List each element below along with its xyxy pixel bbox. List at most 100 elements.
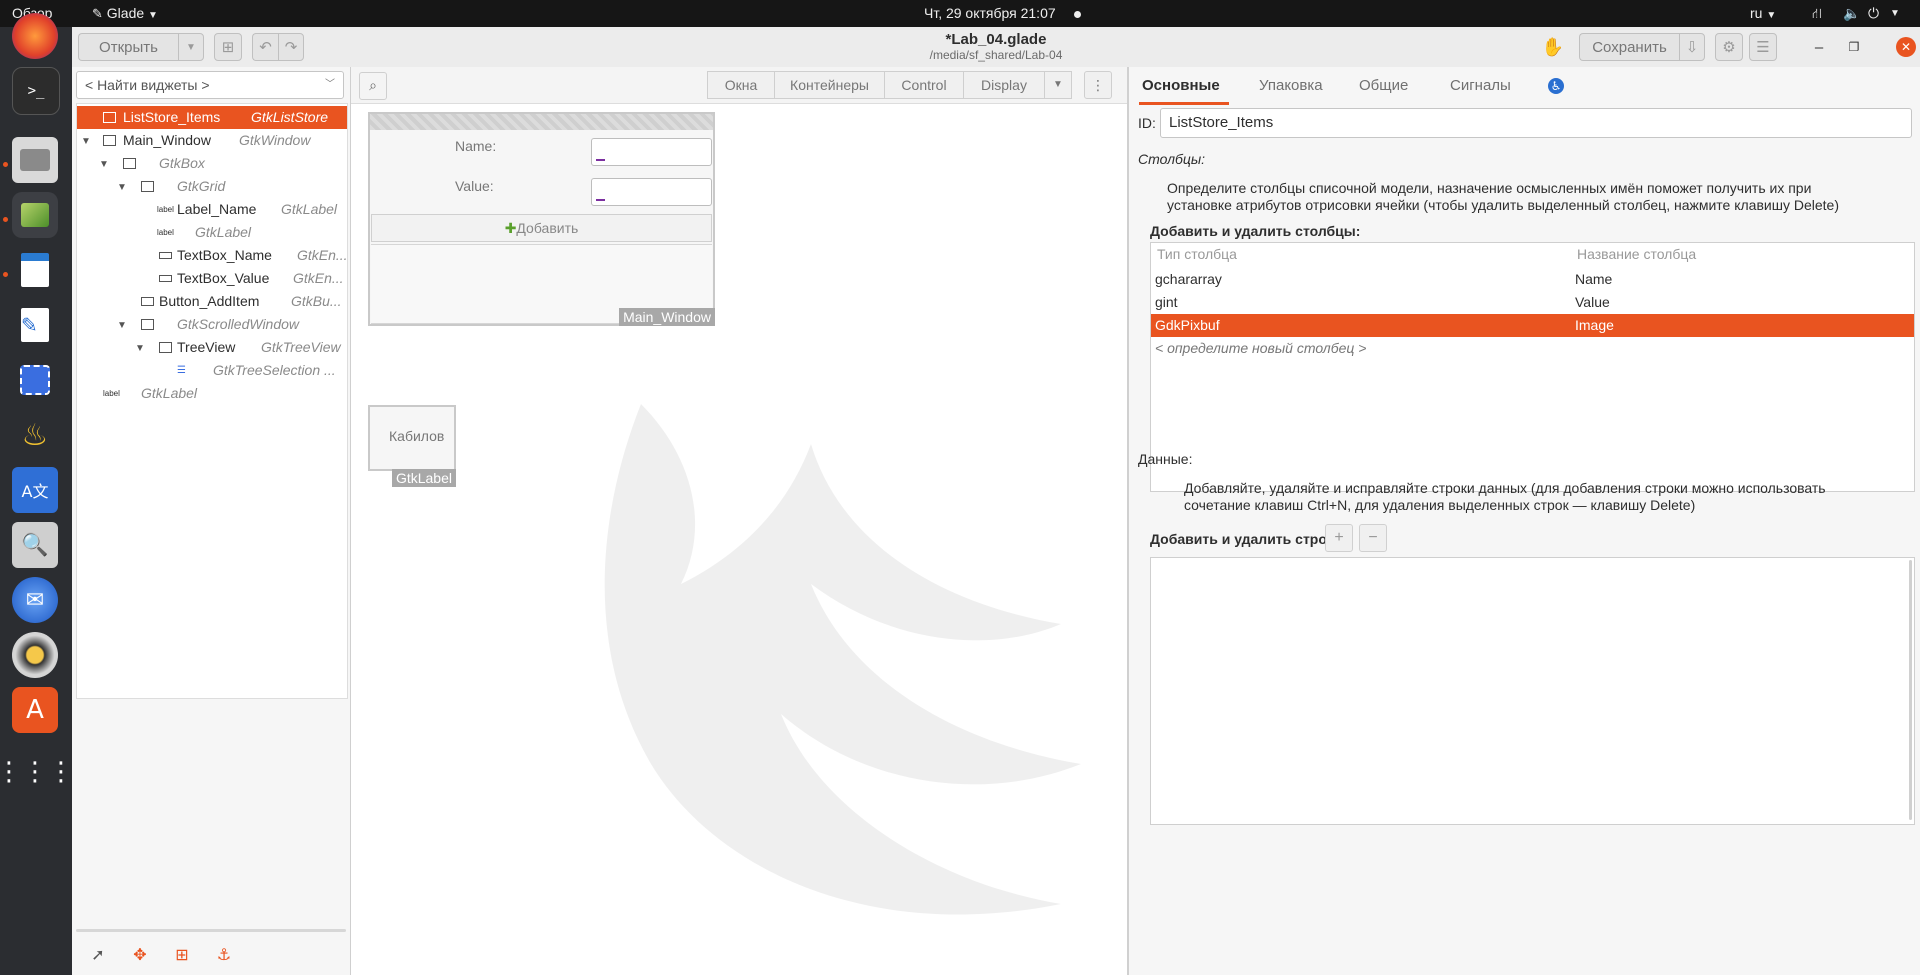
new-column-row[interactable]: < определите новый столбец > xyxy=(1151,337,1914,360)
volume-icon[interactable]: 🔈 xyxy=(1843,0,1860,27)
properties-panel: Основные Упаковка Общие Сигналы ♿ ID: Li… xyxy=(1129,67,1920,975)
palette-menu-icon[interactable]: ⋮ xyxy=(1084,71,1112,99)
minimize-icon[interactable]: – xyxy=(1807,33,1831,61)
screenshot-icon[interactable] xyxy=(12,357,58,403)
glade-icon[interactable] xyxy=(12,192,58,238)
expander-down-icon[interactable]: ▼ xyxy=(135,337,145,359)
label-icon: label xyxy=(103,389,120,398)
clock[interactable]: Чт, 29 октября 21:07 xyxy=(924,0,1081,27)
running-indicator xyxy=(3,272,8,277)
palette-control-button[interactable]: Control xyxy=(884,71,964,99)
apps-grid-icon[interactable]: ⋮⋮⋮ xyxy=(0,749,74,795)
tree-row[interactable]: ▼ Main_Window GtkWindow xyxy=(77,129,347,152)
widget-search-input[interactable]: < Найти виджеты > ﹀ xyxy=(76,71,344,99)
margin-edit-icon[interactable]: ⊞ xyxy=(172,945,192,965)
table-row[interactable]: GdkPixbuf Image xyxy=(1151,314,1914,337)
table-row[interactable]: gchararray Name xyxy=(1151,268,1914,291)
tree-row[interactable]: TextBox_Name GtkEn... xyxy=(77,244,347,267)
expander-down-icon[interactable]: ▼ xyxy=(117,314,127,336)
network-icon[interactable]: ⛙ xyxy=(1812,0,1822,27)
tree-row[interactable]: ▼ GtkGrid xyxy=(77,175,347,198)
add-button-label: Добавить xyxy=(516,220,579,236)
label-icon: label xyxy=(157,228,174,237)
terminal-icon[interactable]: >_ xyxy=(12,67,60,115)
tree-row[interactable]: ☰ GtkTreeSelection ... xyxy=(77,359,347,382)
palette-display-button[interactable]: Display xyxy=(963,71,1045,99)
files-icon[interactable] xyxy=(12,137,58,183)
textbox-name[interactable] xyxy=(591,138,712,166)
name-label: Name: xyxy=(455,138,497,154)
thunderbird-icon[interactable]: ✉ xyxy=(12,577,58,623)
tab-packing[interactable]: Упаковка xyxy=(1259,67,1323,105)
datetime-label: Чт, 29 октября 21:07 xyxy=(924,5,1056,21)
widget-palette: ⌕ Окна Контейнеры Control Display ▼ ⋮ xyxy=(351,67,1127,104)
expander-down-icon[interactable]: ▼ xyxy=(99,153,109,175)
tab-signals[interactable]: Сигналы xyxy=(1450,67,1511,105)
language-label: ru xyxy=(1750,5,1763,21)
palette-more-chevron-icon[interactable]: ▼ xyxy=(1044,71,1072,99)
column-type-header[interactable]: Тип столбца xyxy=(1157,243,1237,266)
language-indicator[interactable]: ru ▼ xyxy=(1750,0,1776,27)
close-icon[interactable]: ✕ xyxy=(1896,37,1916,57)
label-icon: label xyxy=(157,205,174,214)
gesture-hand-icon[interactable]: ✋ xyxy=(1538,33,1568,61)
firefox-icon[interactable] xyxy=(12,13,58,59)
hamburger-menu-icon[interactable]: ☰ xyxy=(1749,33,1777,61)
add-remove-columns-label: Добавить и удалить столбцы: xyxy=(1150,223,1361,239)
tree-row[interactable]: Button_AddItem GtkBu... xyxy=(77,290,347,313)
save-as-icon[interactable]: ⇩ xyxy=(1679,33,1705,61)
rhythmbox-icon[interactable] xyxy=(12,632,58,678)
textbox-value[interactable] xyxy=(591,178,712,206)
accessibility-icon[interactable]: ♿ xyxy=(1548,78,1564,94)
system-menu-chevron-icon[interactable]: ▼ xyxy=(1890,0,1900,27)
scrolled-window-icon xyxy=(141,319,154,330)
expander-down-icon[interactable]: ▼ xyxy=(81,130,91,152)
tab-general[interactable]: Основные xyxy=(1139,67,1229,105)
label-preview[interactable]: Кабилов GtkLabel xyxy=(368,405,456,487)
table-row[interactable]: gint Value xyxy=(1151,291,1914,314)
select-pointer-icon[interactable]: ➚ xyxy=(88,945,108,965)
app-center-icon[interactable]: A xyxy=(12,687,58,733)
tree-row[interactable]: ListStore_Items GtkListStore xyxy=(77,106,347,129)
tree-row[interactable]: ▼ GtkScrolledWindow xyxy=(77,313,347,336)
save-button[interactable]: Сохранить xyxy=(1579,33,1679,61)
id-label: ID: xyxy=(1138,115,1156,131)
id-input[interactable]: ListStore_Items xyxy=(1160,108,1912,138)
vertical-scrollbar[interactable] xyxy=(1909,560,1912,820)
expander-down-icon[interactable]: ▼ xyxy=(117,176,127,198)
liststore-icon xyxy=(103,112,116,123)
maximize-icon[interactable]: ❐ xyxy=(1842,33,1866,61)
alignment-edit-icon[interactable]: ⚓ xyxy=(214,945,234,965)
drag-resize-icon[interactable]: ✥ xyxy=(130,945,150,965)
tree-row[interactable]: ▼ GtkBox xyxy=(77,152,347,175)
tree-row[interactable]: label GtkLabel xyxy=(77,382,347,405)
plus-icon: ✚ xyxy=(504,220,517,236)
data-rows-table[interactable] xyxy=(1150,557,1915,825)
tree-row[interactable]: label GtkLabel xyxy=(77,221,347,244)
tree-row[interactable]: TextBox_Value GtkEn... xyxy=(77,267,347,290)
tree-row[interactable]: ▼ TreeView GtkTreeView xyxy=(77,336,347,359)
remove-row-button[interactable]: − xyxy=(1359,524,1387,552)
power-icon[interactable]: ⏻ xyxy=(1868,0,1879,27)
impress-icon[interactable] xyxy=(12,247,58,293)
label-tag: GtkLabel xyxy=(391,469,456,487)
entry-icon xyxy=(159,275,172,282)
translate-icon[interactable]: A文 xyxy=(12,467,58,513)
teapot-icon[interactable]: ♨ xyxy=(12,412,58,458)
add-item-button[interactable]: ✚Добавить xyxy=(371,214,712,242)
search-icon[interactable]: 🔍 xyxy=(12,522,58,568)
text-editor-icon[interactable]: ✎ xyxy=(12,302,58,348)
tree-row[interactable]: label Label_Name GtkLabel xyxy=(77,198,347,221)
column-name-header[interactable]: Название столбца xyxy=(1577,243,1696,266)
app-menu-label: Glade xyxy=(106,5,145,21)
search-icon[interactable]: ⌕ xyxy=(359,72,387,100)
palette-containers-button[interactable]: Контейнеры xyxy=(774,71,885,99)
tab-common[interactable]: Общие xyxy=(1359,67,1408,105)
horizontal-scrollbar[interactable] xyxy=(76,929,346,932)
columns-heading: Столбцы: xyxy=(1138,151,1206,167)
add-row-button[interactable]: + xyxy=(1325,524,1353,552)
palette-windows-button[interactable]: Окна xyxy=(707,71,775,99)
settings-gear-icon[interactable]: ⚙ xyxy=(1715,33,1743,61)
app-menu[interactable]: ✎ Glade ▼ xyxy=(92,0,158,27)
main-window-preview[interactable]: Name: Value: ✚Добавить Main_Window xyxy=(368,112,715,326)
